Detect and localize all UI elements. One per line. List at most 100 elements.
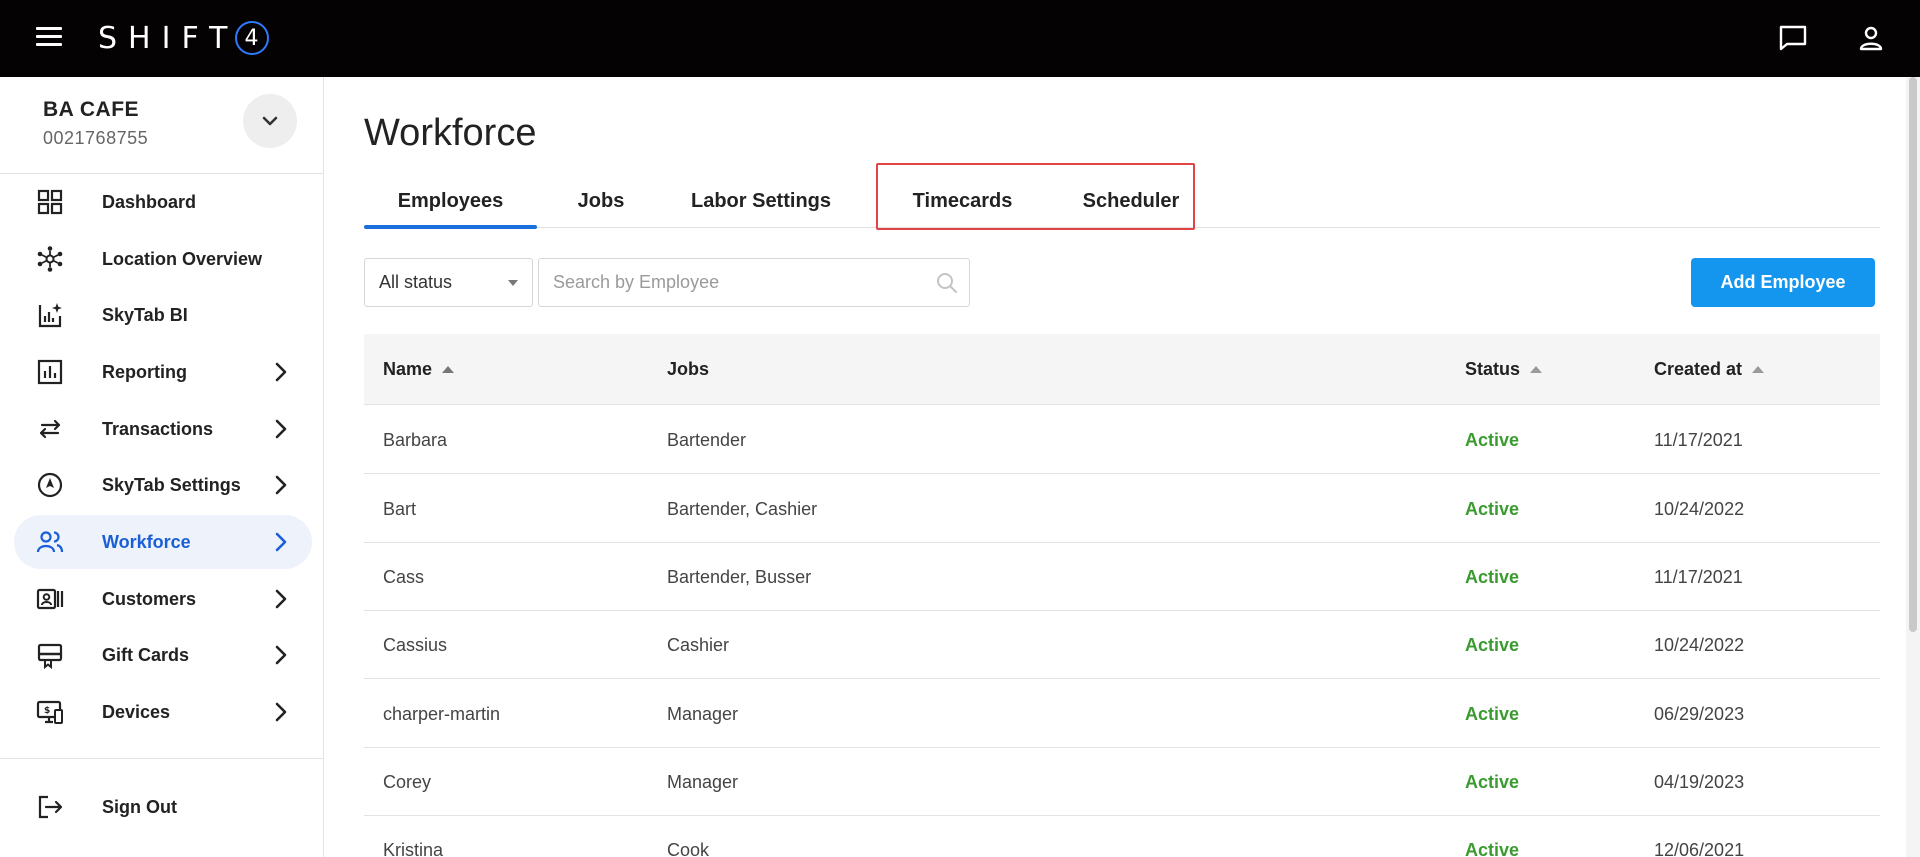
sidebar-item-label: Gift Cards: [102, 644, 190, 665]
bi-chart-sparkle-icon: [38, 303, 62, 328]
tab-employees[interactable]: Employees: [364, 174, 537, 229]
sign-out-button[interactable]: Sign Out: [14, 780, 312, 834]
tab-labor-settings[interactable]: Labor Settings: [667, 174, 855, 228]
chevron-right-icon: [275, 362, 287, 382]
table-row[interactable]: Cass Bartender, Busser Active 11/17/2021: [364, 543, 1880, 611]
tab-scheduler[interactable]: Scheduler: [1058, 174, 1204, 228]
page-scrollbar[interactable]: [1906, 77, 1920, 857]
cell-name: Kristina: [383, 839, 444, 857]
tab-jobs[interactable]: Jobs: [551, 174, 651, 228]
sidebar-item-label: Transactions: [102, 418, 214, 439]
chevron-right-icon: [275, 645, 287, 665]
sidebar-item-label: Location Overview: [102, 248, 263, 269]
table-row[interactable]: Barbara Bartender Active 11/17/2021: [364, 406, 1880, 474]
table-row[interactable]: Cassius Cashier Active 10/24/2022: [364, 611, 1880, 679]
cell-created-at: 10/24/2022: [1654, 498, 1745, 519]
chevron-right-icon: [275, 475, 287, 495]
sidebar-item-workforce[interactable]: Workforce: [14, 515, 312, 569]
column-header-name[interactable]: Name: [383, 334, 455, 405]
cell-name: charper-martin: [383, 703, 501, 724]
sidebar-item-devices[interactable]: $ Devices: [14, 685, 312, 739]
sidebar-divider: [0, 758, 323, 759]
main-content: Workforce Employees Jobs Labor Settings …: [324, 77, 1920, 857]
cell-name: Corey: [383, 771, 432, 792]
shift4-logo: SHIFT 4: [98, 20, 269, 56]
cell-jobs: Cashier: [667, 634, 730, 655]
cell-jobs: Bartender: [667, 429, 747, 450]
sidebar-item-transactions[interactable]: Transactions: [14, 402, 312, 456]
employee-search-field[interactable]: [538, 258, 970, 307]
swap-arrows-icon: [39, 419, 61, 439]
compass-settings-icon: [37, 472, 63, 498]
column-header-jobs: Jobs: [667, 334, 709, 405]
add-employee-button[interactable]: Add Employee: [1691, 258, 1875, 307]
sidebar-item-label: Devices: [102, 701, 171, 722]
bar-chart-icon: [37, 359, 63, 385]
cell-jobs: Bartender, Busser: [667, 566, 812, 587]
sort-icon[interactable]: [1752, 366, 1765, 373]
logo-text: SHIFT: [98, 20, 239, 56]
sort-icon[interactable]: [1530, 366, 1543, 373]
sidebar-item-label: SkyTab Settings: [102, 474, 241, 495]
sidebar-item-reporting[interactable]: Reporting: [14, 345, 312, 399]
dashboard-grid-icon: [37, 189, 63, 215]
cell-jobs: Cook: [667, 839, 710, 857]
cell-name: Barbara: [383, 429, 448, 450]
page-title: Workforce: [364, 112, 537, 154]
table-row[interactable]: Bart Bartender, Cashier Active 10/24/202…: [364, 475, 1880, 543]
network-hub-icon: [37, 246, 63, 272]
cell-name: Cassius: [383, 634, 448, 655]
location-dropdown-button[interactable]: [243, 94, 297, 148]
cell-created-at: 11/17/2021: [1654, 429, 1743, 450]
cell-status: Active: [1465, 429, 1520, 450]
sort-ascending-icon[interactable]: [442, 366, 455, 373]
cell-created-at: 11/17/2021: [1654, 566, 1743, 587]
search-icon[interactable]: [935, 271, 959, 295]
people-icon: [36, 531, 64, 553]
sidebar-item-location-overview[interactable]: Location Overview: [14, 232, 312, 286]
sidebar-item-skytab-bi[interactable]: SkyTab BI: [14, 288, 312, 342]
employee-search-input[interactable]: [539, 259, 919, 306]
tab-timecards[interactable]: Timecards: [891, 174, 1034, 228]
table-row[interactable]: charper-martin Manager Active 06/29/2023: [364, 680, 1880, 748]
cell-created-at: 06/29/2023: [1654, 703, 1745, 724]
devices-icon: $: [36, 700, 63, 724]
chevron-right-icon: [275, 419, 287, 439]
column-header-label: Jobs: [667, 359, 710, 379]
user-account-icon[interactable]: [1855, 22, 1887, 54]
column-header-status[interactable]: Status: [1465, 334, 1543, 405]
cell-status: Active: [1465, 634, 1520, 655]
column-header-created-at[interactable]: Created at: [1654, 334, 1765, 405]
chevron-right-icon: [275, 702, 287, 722]
column-header-label: Created at: [1654, 359, 1743, 379]
status-filter-value: All status: [379, 272, 453, 292]
cell-name: Cass: [383, 566, 425, 587]
status-filter-select[interactable]: All status: [364, 258, 533, 307]
top-bar: SHIFT 4: [0, 0, 1920, 77]
location-selector: BA CAFE 0021768755: [0, 77, 323, 174]
sidebar-item-label: Dashboard: [102, 191, 197, 212]
table-header: Name Jobs Status Created at: [364, 334, 1880, 405]
column-header-label: Name: [383, 359, 433, 379]
table-row[interactable]: Corey Manager Active 04/19/2023: [364, 748, 1880, 816]
sidebar-item-label: SkyTab BI: [102, 304, 188, 325]
chat-bubble-icon[interactable]: [1777, 22, 1809, 54]
sidebar-item-skytab-settings[interactable]: SkyTab Settings: [14, 458, 312, 512]
cell-created-at: 10/24/2022: [1654, 634, 1745, 655]
location-name: BA CAFE: [43, 98, 140, 121]
chevron-right-icon: [275, 589, 287, 609]
sign-out-icon: [38, 795, 63, 819]
hamburger-menu-icon[interactable]: [36, 27, 62, 49]
cell-status: Active: [1465, 703, 1520, 724]
sidebar-item-customers[interactable]: Customers: [14, 572, 312, 626]
chevron-right-icon: [275, 532, 287, 552]
sidebar-item-dashboard[interactable]: Dashboard: [14, 175, 312, 229]
cell-name: Bart: [383, 498, 417, 519]
cell-status: Active: [1465, 566, 1520, 587]
sidebar-item-gift-cards[interactable]: Gift Cards: [14, 628, 312, 682]
table-row[interactable]: Kristina Cook Active 12/06/2021: [364, 816, 1880, 857]
scrollbar-thumb[interactable]: [1909, 77, 1917, 632]
gift-card-icon: [37, 643, 63, 669]
caret-down-icon: [508, 280, 518, 286]
cell-status: Active: [1465, 771, 1520, 792]
